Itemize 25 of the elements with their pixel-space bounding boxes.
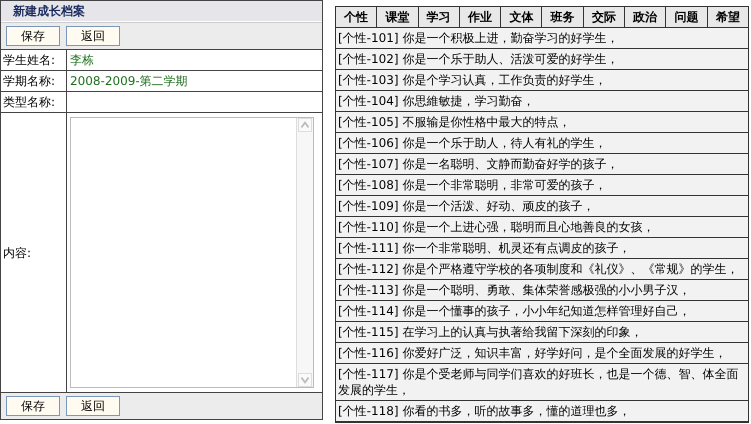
scroll-up-icon[interactable]	[298, 118, 312, 132]
category-tab[interactable]: 个性	[336, 7, 378, 28]
field-label: 类型名称:	[1, 92, 67, 112]
form-button[interactable]: 保存	[6, 26, 60, 46]
form-title: 新建成长档案	[1, 1, 322, 22]
form-button[interactable]: 返回	[66, 26, 120, 46]
category-tab[interactable]: 课堂	[377, 7, 419, 28]
scrollbar[interactable]	[296, 118, 313, 387]
category-tab[interactable]: 政治	[625, 7, 666, 28]
content-textarea[interactable]	[70, 117, 314, 388]
field-label: 学生姓名:	[1, 50, 67, 70]
category-tab[interactable]: 班务	[542, 7, 584, 28]
category-tab[interactable]: 学习	[418, 7, 460, 28]
category-tab[interactable]: 文体	[501, 7, 542, 28]
field-label: 学期名称:	[1, 71, 67, 91]
category-tab[interactable]: 希望	[708, 7, 748, 28]
category-tab[interactable]: 作业	[460, 7, 502, 28]
form-button[interactable]: 返回	[66, 396, 120, 416]
category-tab[interactable]: 交际	[584, 7, 626, 28]
form-button[interactable]: 保存	[6, 396, 60, 416]
field-label: 内容:	[3, 244, 32, 262]
scroll-down-icon[interactable]	[298, 373, 312, 387]
field-value: 李栋	[70, 53, 94, 67]
category-tab[interactable]: 问题	[666, 7, 708, 28]
field-value: 2008-2009-第二学期	[70, 74, 188, 88]
